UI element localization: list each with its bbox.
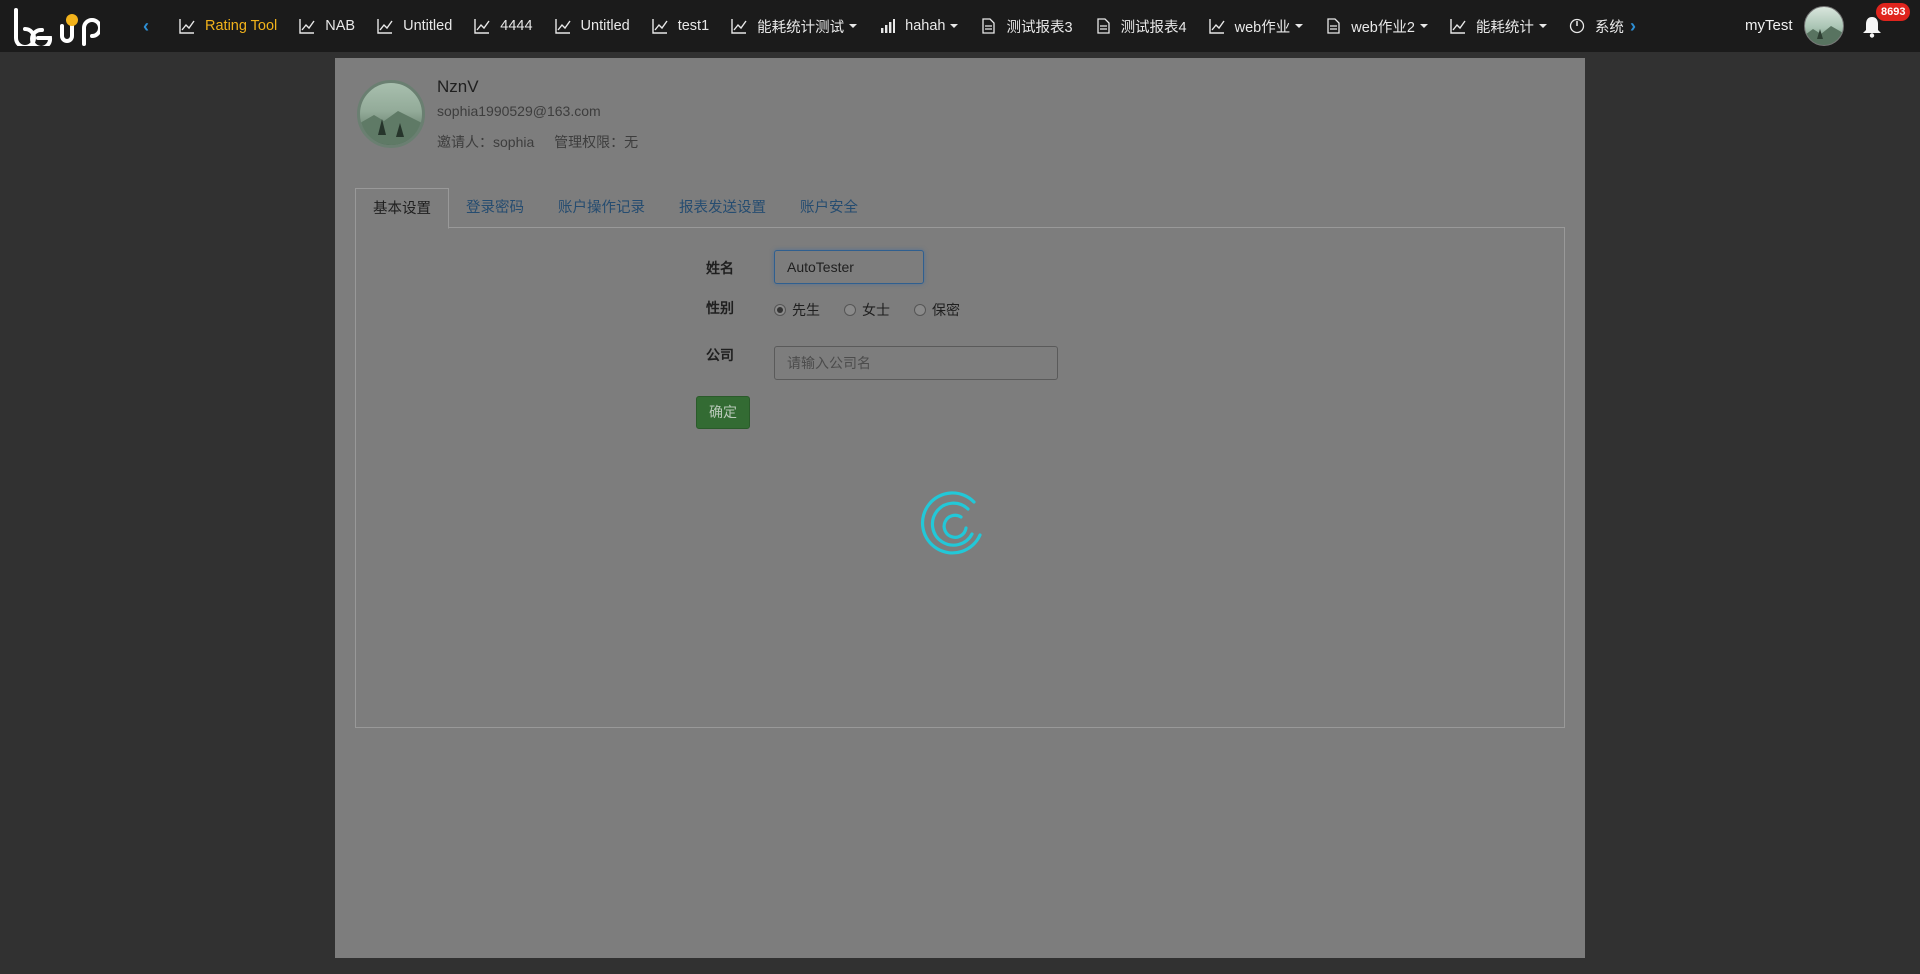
profile-avatar bbox=[357, 80, 425, 148]
user-avatar[interactable] bbox=[1804, 6, 1844, 46]
name-input[interactable] bbox=[774, 250, 924, 284]
gender-option-private[interactable]: 保密 bbox=[914, 300, 960, 320]
nav-tab-label: Rating Tool bbox=[205, 18, 278, 34]
nav-tab-2[interactable]: Untitled bbox=[366, 0, 463, 52]
nav-tab-6[interactable]: 能耗统计测试 bbox=[720, 0, 868, 52]
caret-down-icon bbox=[1419, 24, 1428, 28]
nav-tab-3[interactable]: 4444 bbox=[463, 0, 543, 52]
nav-tab-label: web作业 bbox=[1234, 19, 1291, 36]
caret-down-icon bbox=[1538, 24, 1547, 28]
user-name[interactable]: myTest bbox=[1745, 17, 1793, 34]
nav-tab-0[interactable]: Rating Tool bbox=[168, 0, 288, 52]
line-chart-icon bbox=[179, 18, 205, 34]
basic-settings-content: 姓名 性别 先生 女士 保密 公司 确定 bbox=[355, 228, 1565, 728]
nav-tab-4[interactable]: Untitled bbox=[544, 0, 641, 52]
nav-tab-label: 4444 bbox=[500, 18, 533, 34]
line-chart-icon bbox=[377, 18, 403, 34]
nav-tab-label: 测试报表4 bbox=[1120, 19, 1187, 36]
top-navbar: ‹ Rating Tool NAB Untitled 4444 Untitled test… bbox=[0, 0, 1920, 52]
profile-permission: 管理权限：无 bbox=[554, 134, 639, 150]
line-chart-icon bbox=[652, 18, 678, 34]
profile-meta: 邀请人：sophia 管理权限：无 bbox=[437, 132, 654, 152]
company-input[interactable] bbox=[774, 346, 1058, 380]
caret-down-icon bbox=[950, 24, 959, 28]
line-chart-icon bbox=[299, 18, 325, 34]
document-icon bbox=[1095, 18, 1121, 34]
line-chart-icon bbox=[474, 18, 500, 34]
settings-tabs: 基本设置 登录密码 账户操作记录 报表发送设置 账户安全 bbox=[355, 188, 1565, 229]
radio-unchecked-icon bbox=[844, 304, 856, 316]
gender-radio-group: 先生 女士 保密 bbox=[774, 300, 984, 320]
nav-tab-label: hahah bbox=[905, 18, 946, 34]
nav-tab-10[interactable]: web作业 bbox=[1198, 0, 1315, 52]
profile-inviter: 邀请人：sophia bbox=[437, 134, 535, 150]
gender-option-ms[interactable]: 女士 bbox=[844, 300, 890, 320]
nav-tab-label: web作业2 bbox=[1351, 19, 1415, 36]
profile-email: sophia1990529@163.com bbox=[437, 103, 601, 119]
profile-name: NznV bbox=[437, 77, 479, 96]
nav-tab-13[interactable]: 系统 bbox=[1558, 0, 1635, 52]
nav-scroll-left-icon[interactable]: ‹ bbox=[138, 15, 154, 37]
power-icon bbox=[1569, 18, 1595, 34]
nav-tab-1[interactable]: NAB bbox=[288, 0, 366, 52]
nav-tab-8[interactable]: 测试报表3 bbox=[969, 0, 1083, 52]
line-chart-icon bbox=[1450, 18, 1476, 34]
nav-tab-11[interactable]: web作业2 bbox=[1314, 0, 1439, 52]
tab-report-send-settings[interactable]: 报表发送设置 bbox=[662, 188, 783, 228]
nav-tab-label: 系统 bbox=[1594, 19, 1624, 36]
nav-tab-label: 能耗统计测试 bbox=[757, 19, 845, 36]
nav-tab-5[interactable]: test1 bbox=[641, 0, 720, 52]
nav-tab-9[interactable]: 测试报表4 bbox=[1084, 0, 1198, 52]
gender-option-mr[interactable]: 先生 bbox=[774, 300, 820, 320]
bar-signal-icon bbox=[879, 18, 905, 34]
app-logo[interactable] bbox=[12, 8, 100, 46]
account-panel: NznV sophia1990529@163.com 邀请人：sophia 管理… bbox=[335, 58, 1585, 958]
nav-tab-label: 能耗统计 bbox=[1475, 19, 1534, 36]
gender-label: 性别 bbox=[706, 300, 734, 316]
caret-down-icon bbox=[1295, 24, 1304, 28]
tab-account-security[interactable]: 账户安全 bbox=[783, 188, 875, 228]
gender-option-label: 女士 bbox=[862, 302, 890, 318]
nav-tab-label: 测试报表3 bbox=[1006, 19, 1073, 36]
nav-tab-label: Untitled bbox=[580, 18, 630, 34]
radio-checked-icon bbox=[774, 304, 786, 316]
nav-tab-12[interactable]: 能耗统计 bbox=[1439, 0, 1558, 52]
caret-down-icon bbox=[849, 24, 858, 28]
nav-tab-label: test1 bbox=[677, 18, 710, 34]
nav-scroll-right-icon[interactable]: › bbox=[1625, 15, 1641, 37]
notification-badge: 8693 bbox=[1876, 3, 1911, 21]
tab-basic-settings[interactable]: 基本设置 bbox=[355, 188, 449, 229]
document-icon bbox=[980, 18, 1006, 34]
loading-spinner-icon bbox=[920, 491, 982, 555]
nav-tab-label: NAB bbox=[325, 18, 356, 34]
nav-tab-label: Untitled bbox=[403, 18, 453, 34]
nav-tab-7[interactable]: hahah bbox=[868, 0, 969, 52]
gender-option-label: 保密 bbox=[932, 302, 960, 318]
line-chart-icon bbox=[731, 18, 757, 34]
tab-account-log[interactable]: 账户操作记录 bbox=[541, 188, 662, 228]
company-label: 公司 bbox=[706, 347, 734, 363]
gender-option-label: 先生 bbox=[792, 302, 820, 318]
document-icon bbox=[1325, 18, 1351, 34]
tab-login-password[interactable]: 登录密码 bbox=[449, 188, 541, 228]
line-chart-icon bbox=[554, 18, 581, 34]
name-label: 姓名 bbox=[706, 260, 734, 276]
radio-unchecked-icon bbox=[914, 304, 926, 316]
confirm-button[interactable]: 确定 bbox=[696, 396, 750, 429]
line-chart-icon bbox=[1208, 18, 1235, 34]
nav-tab-list: Rating Tool NAB Untitled 4444 Untitled test1 能… bbox=[168, 0, 1635, 52]
